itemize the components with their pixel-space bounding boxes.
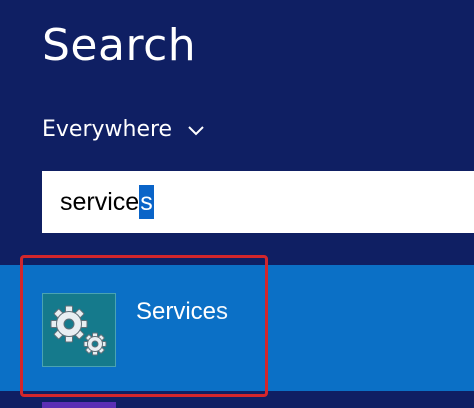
gears-icon [50, 305, 107, 356]
search-result-label: Services [136, 295, 228, 329]
search-scope-label: Everywhere [42, 117, 173, 142]
search-scope-dropdown[interactable]: Everywhere [42, 112, 206, 148]
result-app-tile [42, 293, 116, 367]
search-pane: Search Everywhere service s Services [0, 0, 474, 408]
chevron-down-icon [186, 120, 206, 140]
search-input-selected-text: s [139, 185, 154, 219]
search-result-services[interactable]: Services [0, 265, 474, 391]
search-input-text: service [60, 188, 140, 216]
search-title: Search [42, 20, 197, 71]
search-result-label-match: Service [136, 298, 217, 325]
search-result-label-rest: s [216, 298, 229, 325]
search-input[interactable]: service s [42, 171, 474, 233]
next-result-tile[interactable] [42, 402, 116, 408]
